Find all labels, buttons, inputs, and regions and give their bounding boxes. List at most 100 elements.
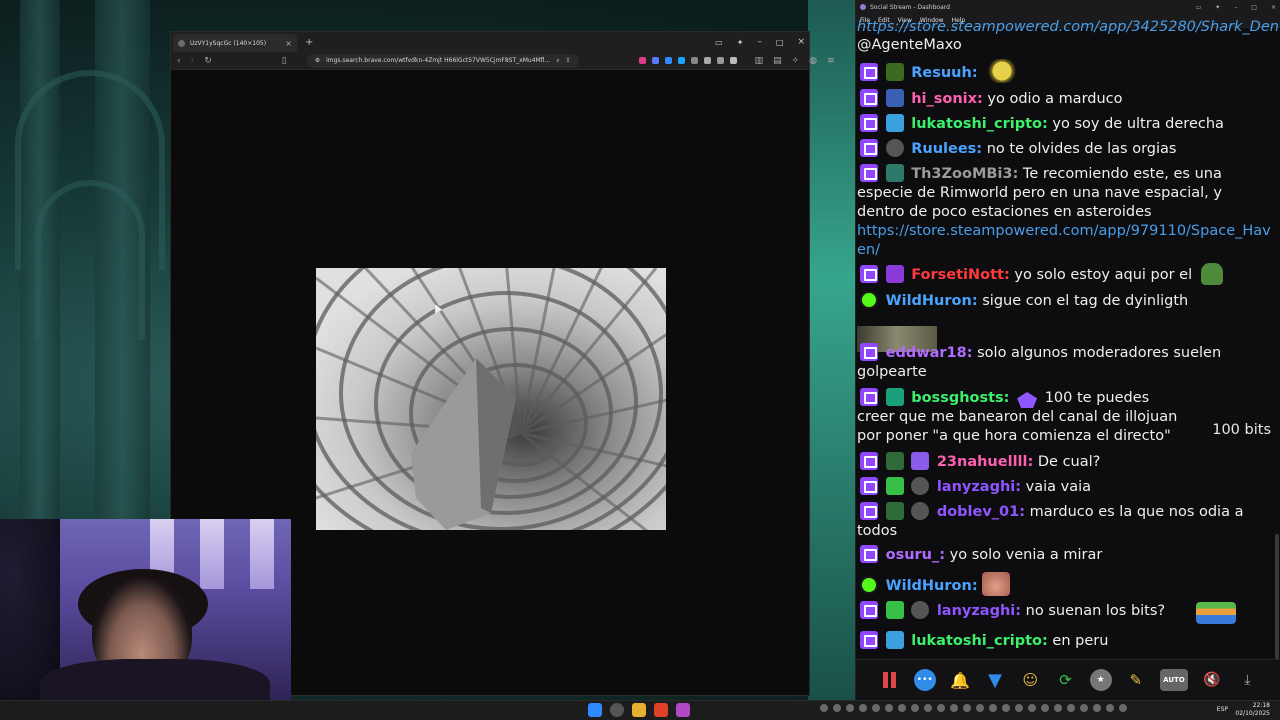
- back-icon[interactable]: ‹: [177, 56, 181, 66]
- tray-icon[interactable]: [846, 704, 854, 712]
- popout-icon[interactable]: ▭: [1196, 4, 1202, 11]
- username[interactable]: ForsetiNott:: [911, 267, 1010, 283]
- username[interactable]: lanyzaghi:: [937, 479, 1021, 495]
- vpn-icon[interactable]: ◍: [809, 56, 817, 66]
- extension-icon[interactable]: [651, 57, 659, 64]
- pin-icon[interactable]: ✦: [1215, 4, 1220, 11]
- sidebar-icon[interactable]: ▥: [755, 56, 764, 66]
- username[interactable]: Ruulees:: [911, 141, 982, 157]
- username[interactable]: eddwar18:: [886, 345, 973, 361]
- start-button[interactable]: [588, 703, 602, 717]
- username[interactable]: WildHuron:: [886, 293, 978, 309]
- auto-button[interactable]: AUTO: [1159, 669, 1188, 691]
- refresh-icon[interactable]: ⟳: [1054, 669, 1076, 691]
- username[interactable]: osuru_:: [886, 547, 945, 563]
- menu-icon[interactable]: ≡: [827, 56, 835, 66]
- minimize-button[interactable]: –: [757, 37, 762, 47]
- tab-search-icon[interactable]: ▭: [715, 38, 723, 47]
- tray-icon[interactable]: [872, 704, 880, 712]
- pause-button[interactable]: [879, 669, 901, 691]
- close-button[interactable]: ×: [797, 37, 805, 47]
- tray-icon[interactable]: [1028, 704, 1036, 712]
- username[interactable]: lanyzaghi:: [937, 603, 1021, 619]
- username[interactable]: doblev_01:: [937, 504, 1025, 520]
- search-icon[interactable]: [610, 703, 624, 717]
- username[interactable]: bossghosts:: [911, 390, 1009, 406]
- tray-icon[interactable]: [1015, 704, 1023, 712]
- message-text: yo soy de ultra derecha: [1052, 116, 1224, 132]
- extension-icon[interactable]: [664, 57, 672, 64]
- tray-icon[interactable]: [1041, 704, 1049, 712]
- extension-icon[interactable]: [638, 57, 646, 64]
- tray-icon[interactable]: [1067, 704, 1075, 712]
- username[interactable]: Resuuh:: [911, 65, 977, 81]
- tray-icon[interactable]: [833, 704, 841, 712]
- address-bar[interactable]: ⚙ imgs.search.brave.com/wtfvdkn-4Zmjt H6…: [306, 53, 579, 68]
- tray-icon[interactable]: [950, 704, 958, 712]
- chat-scrollbar[interactable]: [1275, 534, 1279, 659]
- bookmark-icon[interactable]: ▯: [282, 56, 287, 66]
- username[interactable]: lukatoshi_cripto:: [911, 633, 1048, 649]
- reload-icon[interactable]: ↻: [204, 56, 212, 66]
- wallet-icon[interactable]: ▤: [773, 56, 782, 66]
- mute-icon[interactable]: 🔇: [1201, 669, 1223, 691]
- app-icon[interactable]: [676, 703, 690, 717]
- close-button[interactable]: ×: [1271, 4, 1276, 11]
- zoom-icon[interactable]: ⌕: [556, 57, 559, 65]
- tray-icon[interactable]: [885, 704, 893, 712]
- extension-icon[interactable]: [729, 57, 737, 64]
- browser-tab[interactable]: UzVY1ySqcGc (140×105) ×: [173, 34, 297, 52]
- tray-icon[interactable]: [911, 704, 919, 712]
- tray-icon[interactable]: [963, 704, 971, 712]
- tray-icon[interactable]: [1002, 704, 1010, 712]
- tray-icon[interactable]: [1093, 704, 1101, 712]
- tray-icon[interactable]: [859, 704, 867, 712]
- file-explorer-icon[interactable]: [632, 703, 646, 717]
- username[interactable]: WildHuron:: [886, 578, 978, 594]
- star-icon[interactable]: ★: [1089, 669, 1112, 691]
- username[interactable]: hi_sonix:: [911, 91, 983, 107]
- new-tab-button[interactable]: +: [305, 37, 313, 48]
- emoji-icon[interactable]: ☺: [1019, 669, 1041, 691]
- tray-icon[interactable]: [1119, 704, 1127, 712]
- message-link[interactable]: https://store.steampowered.com/app/34252…: [857, 19, 1280, 35]
- tray-icon[interactable]: [1080, 704, 1088, 712]
- extension-icon[interactable]: [690, 57, 698, 64]
- forward-icon[interactable]: ›: [191, 56, 195, 66]
- brave-icon[interactable]: [654, 703, 668, 717]
- bell-icon[interactable]: 🔔: [949, 669, 971, 691]
- clock[interactable]: 22:18 02/10/2025: [1235, 702, 1270, 718]
- tray-icon[interactable]: [924, 704, 932, 712]
- tab-close-icon[interactable]: ×: [285, 39, 292, 48]
- badge-icon: [885, 139, 904, 157]
- minimize-button[interactable]: –: [1234, 4, 1237, 11]
- maximize-button[interactable]: □: [776, 38, 784, 47]
- share-icon[interactable]: ⇪: [566, 57, 571, 64]
- language-indicator[interactable]: ESP: [1217, 706, 1228, 713]
- tray-icon[interactable]: [989, 704, 997, 712]
- chat-message: Ruulees: no te olvides de las orgias: [860, 139, 1275, 159]
- tray-icon[interactable]: [1054, 704, 1062, 712]
- tray-icon[interactable]: [976, 704, 984, 712]
- extension-icon[interactable]: [703, 57, 711, 64]
- tray-icon[interactable]: [898, 704, 906, 712]
- badge-icon: [885, 265, 904, 283]
- tray-icon[interactable]: [937, 704, 945, 712]
- chat-bubble-icon[interactable]: •••: [913, 669, 936, 691]
- extension-icon[interactable]: [716, 57, 724, 64]
- site-info-icon[interactable]: ⚙: [315, 57, 320, 64]
- message-link[interactable]: https://store.steampowered.com/app/97911…: [857, 223, 1271, 258]
- username[interactable]: lukatoshi_cripto:: [911, 116, 1048, 132]
- broom-icon[interactable]: ✎: [1125, 669, 1147, 691]
- maximize-button[interactable]: □: [1251, 4, 1257, 11]
- username[interactable]: Th3ZooMBi3:: [911, 166, 1018, 182]
- leo-icon[interactable]: ✧: [792, 56, 800, 66]
- extension-icon[interactable]: [677, 57, 685, 64]
- filter-icon[interactable]: ▼: [984, 669, 1006, 691]
- sword-badge-icon: [885, 601, 904, 619]
- tray-icon[interactable]: [820, 704, 828, 712]
- collapse-icon[interactable]: ⤓: [1236, 669, 1258, 691]
- tray-icon[interactable]: [1106, 704, 1114, 712]
- pin-icon[interactable]: ✦: [737, 38, 744, 47]
- username[interactable]: 23nahuellll:: [937, 454, 1033, 470]
